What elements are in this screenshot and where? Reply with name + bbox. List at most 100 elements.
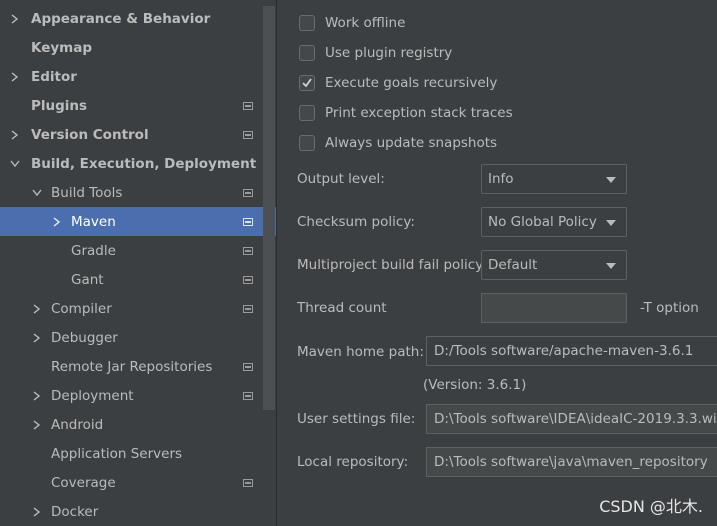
print-exception-stack-traces-checkbox[interactable]: [299, 105, 315, 121]
sidebar-item-label: Android: [51, 416, 104, 433]
sidebar-scrollbar[interactable]: [263, 6, 275, 410]
settings-sidebar: Appearance & Behavior Keymap Editor Plug…: [0, 0, 277, 526]
user-settings-input[interactable]: D:\Tools software\IDEA\ideaIC-2019.3.3.w…: [426, 404, 717, 434]
sidebar-item-debugger[interactable]: Debugger: [0, 323, 276, 352]
sidebar-item-build-tools[interactable]: Build Tools: [0, 178, 276, 207]
execute-goals-recursively-label: Execute goals recursively: [325, 75, 498, 91]
use-plugin-registry-label: Use plugin registry: [325, 45, 453, 61]
sidebar-item-compiler[interactable]: Compiler: [0, 294, 276, 323]
chevron-right-icon[interactable]: [9, 129, 21, 141]
local-repository-input[interactable]: D:\Tools software\java\maven_repository: [426, 447, 717, 477]
chevron-right-icon[interactable]: [31, 506, 43, 518]
project-level-icon: [243, 304, 253, 313]
sidebar-item-label: Deployment: [51, 387, 134, 404]
dropdown-arrow-icon: [606, 220, 616, 226]
thread-count-input[interactable]: [481, 293, 627, 323]
project-level-icon: [243, 362, 253, 371]
local-repository-label: Local repository:: [297, 454, 409, 470]
thread-count-suffix: -T option: [640, 300, 699, 316]
work-offline-option[interactable]: Work offline: [299, 12, 405, 34]
project-level-icon: [243, 188, 253, 197]
work-offline-checkbox[interactable]: [299, 15, 315, 31]
checksum-policy-select[interactable]: No Global Policy: [481, 207, 627, 237]
output-level-label: Output level:: [297, 171, 385, 187]
sidebar-item-label: Version Control: [31, 126, 149, 143]
sidebar-item-appearance-behavior[interactable]: Appearance & Behavior: [0, 4, 276, 33]
sidebar-item-build-execution-deployment[interactable]: Build, Execution, Deployment: [0, 149, 276, 178]
execute-goals-recursively-checkbox[interactable]: [299, 75, 315, 91]
maven-settings-panel: Work offline Use plugin registry Execute…: [277, 0, 717, 526]
sidebar-item-android[interactable]: Android: [0, 410, 276, 439]
sidebar-item-docker[interactable]: Docker: [0, 497, 276, 526]
maven-home-label: Maven home path:: [297, 344, 424, 360]
multiproject-fail-policy-select[interactable]: Default: [481, 250, 627, 280]
sidebar-item-label: Keymap: [31, 39, 93, 56]
sidebar-item-deployment[interactable]: Deployment: [0, 381, 276, 410]
sidebar-item-remote-jar-repositories[interactable]: Remote Jar Repositories: [0, 352, 276, 381]
project-level-icon: [243, 101, 253, 110]
multiproject-fail-policy-label: Multiproject build fail policy:: [297, 257, 487, 273]
project-level-icon: [243, 246, 253, 255]
sidebar-item-label: Application Servers: [51, 445, 183, 462]
sidebar-item-coverage[interactable]: Coverage: [0, 468, 276, 497]
checkmark-icon: [302, 78, 312, 88]
chevron-right-icon[interactable]: [31, 390, 43, 402]
local-repository-value: D:\Tools software\java\maven_repository: [434, 454, 708, 470]
use-plugin-registry-option[interactable]: Use plugin registry: [299, 42, 452, 64]
sidebar-item-editor[interactable]: Editor: [0, 62, 276, 91]
sidebar-item-label: Gant: [71, 271, 104, 288]
dropdown-arrow-icon: [606, 177, 616, 183]
chevron-right-icon[interactable]: [31, 303, 43, 315]
print-exception-stack-traces-option[interactable]: Print exception stack traces: [299, 102, 513, 124]
chevron-right-icon[interactable]: [9, 13, 21, 25]
always-update-snapshots-checkbox[interactable]: [299, 135, 315, 151]
sidebar-item-label: Remote Jar Repositories: [51, 358, 213, 375]
chevron-right-icon[interactable]: [31, 419, 43, 431]
sidebar-item-label: Build Tools: [51, 184, 123, 201]
dropdown-arrow-icon: [606, 263, 616, 269]
execute-goals-recursively-option[interactable]: Execute goals recursively: [299, 72, 497, 94]
output-level-value: Info: [488, 171, 514, 187]
thread-count-label: Thread count: [297, 300, 387, 316]
sidebar-item-label: Build, Execution, Deployment: [31, 155, 257, 172]
always-update-snapshots-label: Always update snapshots: [325, 135, 498, 151]
sidebar-item-version-control[interactable]: Version Control: [0, 120, 276, 149]
project-level-icon: [243, 275, 253, 284]
sidebar-item-gradle[interactable]: Gradle: [0, 236, 276, 265]
use-plugin-registry-checkbox[interactable]: [299, 45, 315, 61]
sidebar-item-gant[interactable]: Gant: [0, 265, 276, 294]
sidebar-item-label: Maven: [71, 213, 116, 230]
always-update-snapshots-option[interactable]: Always update snapshots: [299, 132, 497, 154]
chevron-down-icon[interactable]: [31, 187, 43, 199]
chevron-right-icon[interactable]: [31, 332, 43, 344]
user-settings-value: D:\Tools software\IDEA\ideaIC-2019.3.3.w…: [434, 411, 717, 427]
multiproject-fail-policy-value: Default: [488, 257, 538, 273]
chevron-right-icon[interactable]: [9, 71, 21, 83]
sidebar-item-maven[interactable]: Maven: [0, 207, 276, 236]
checksum-policy-value: No Global Policy: [488, 214, 597, 230]
project-level-icon: [243, 478, 253, 487]
watermark-text: CSDN @北木.: [599, 497, 703, 516]
maven-home-value: D:/Tools software/apache-maven-3.6.1: [434, 343, 694, 359]
sidebar-item-application-servers[interactable]: Application Servers: [0, 439, 276, 468]
sidebar-item-label: Editor: [31, 68, 77, 85]
project-level-icon: [243, 217, 253, 226]
sidebar-item-label: Coverage: [51, 474, 116, 491]
sidebar-item-keymap[interactable]: Keymap: [0, 33, 276, 62]
sidebar-item-label: Compiler: [51, 300, 112, 317]
project-level-icon: [243, 391, 253, 400]
sidebar-item-label: Appearance & Behavior: [31, 10, 211, 27]
sidebar-item-label: Plugins: [31, 97, 88, 114]
sidebar-item-plugins[interactable]: Plugins: [0, 91, 276, 120]
maven-home-combo[interactable]: D:/Tools software/apache-maven-3.6.1: [426, 336, 717, 366]
sidebar-item-label: Docker: [51, 503, 99, 520]
work-offline-label: Work offline: [325, 15, 406, 31]
maven-version-text: (Version: 3.6.1): [423, 377, 527, 393]
checksum-policy-label: Checksum policy:: [297, 214, 415, 230]
user-settings-label: User settings file:: [297, 411, 416, 427]
chevron-down-icon[interactable]: [9, 158, 21, 170]
output-level-select[interactable]: Info: [481, 164, 627, 194]
sidebar-item-label: Gradle: [71, 242, 116, 259]
print-exception-stack-traces-label: Print exception stack traces: [325, 105, 513, 121]
chevron-right-icon[interactable]: [51, 216, 63, 228]
